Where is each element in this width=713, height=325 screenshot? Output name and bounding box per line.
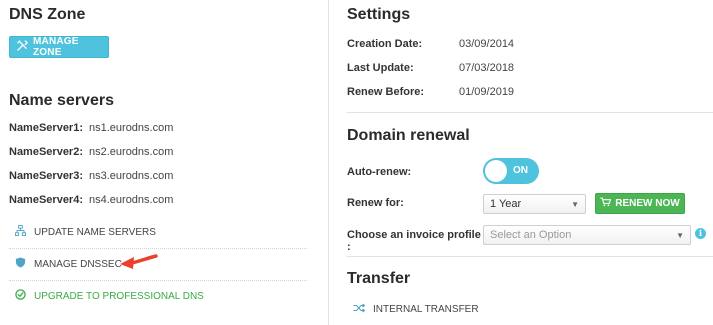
dns-zone-title: DNS Zone bbox=[9, 6, 86, 23]
nameserver-value: ns3.eurodns.com bbox=[89, 170, 174, 182]
toggle-knob bbox=[485, 160, 507, 182]
chevron-down-icon: ▼ bbox=[571, 200, 579, 209]
auto-renew-toggle[interactable]: ON bbox=[483, 158, 539, 184]
settings-row: Creation Date: 03/09/2014 bbox=[347, 38, 514, 50]
divider bbox=[9, 280, 307, 281]
creation-date-value: 03/09/2014 bbox=[459, 38, 515, 50]
info-icon[interactable]: i bbox=[695, 228, 706, 239]
nameserver-label: NameServer1: bbox=[9, 122, 83, 134]
renew-for-label: Renew for: bbox=[347, 197, 404, 209]
manage-zone-button[interactable]: MANAGE ZONE bbox=[9, 36, 109, 58]
divider bbox=[347, 112, 713, 113]
nameserver-label: NameServer3: bbox=[9, 170, 83, 182]
settings-title: Settings bbox=[347, 6, 411, 23]
invoice-profile-row: Choose an invoice profile : bbox=[347, 229, 487, 253]
manage-dnssec-link[interactable]: MANAGE DNSSEC bbox=[9, 252, 307, 276]
invoice-profile-placeholder: Select an Option bbox=[490, 229, 572, 241]
nameserver-value: ns2.eurodns.com bbox=[89, 146, 174, 158]
nameserver-value: ns4.eurodns.com bbox=[89, 194, 174, 206]
renew-before-label: Renew Before: bbox=[347, 86, 425, 98]
renew-now-button[interactable]: RENEW NOW bbox=[595, 193, 685, 214]
internal-transfer-label: INTERNAL TRANSFER bbox=[373, 304, 479, 315]
manage-dnssec-label: MANAGE DNSSEC bbox=[34, 258, 122, 270]
last-update-value: 07/03/2018 bbox=[459, 62, 515, 74]
settings-row: Renew Before: 01/09/2019 bbox=[347, 86, 514, 98]
nameserver-row: NameServer2: ns2.eurodns.com bbox=[9, 146, 173, 158]
divider bbox=[347, 256, 713, 257]
nameserver-row: NameServer3: ns3.eurodns.com bbox=[9, 170, 173, 182]
upgrade-icon bbox=[15, 289, 26, 303]
dns-panel: DNS Zone MANAGE ZONE Name servers NameSe… bbox=[0, 0, 328, 325]
invoice-profile-label: Choose an invoice profile : bbox=[347, 229, 481, 253]
creation-date-label: Creation Date: bbox=[347, 38, 423, 50]
divider bbox=[9, 248, 307, 249]
upgrade-professional-dns-link[interactable]: UPGRADE TO PROFESSIONAL DNS bbox=[9, 284, 307, 308]
nameserver-row: NameServer1: ns1.eurodns.com bbox=[9, 122, 173, 134]
renew-before-value: 01/09/2019 bbox=[459, 86, 515, 98]
renew-for-row: Renew for: bbox=[347, 197, 459, 209]
last-update-label: Last Update: bbox=[347, 62, 414, 74]
toggle-state: ON bbox=[513, 165, 528, 176]
cart-icon bbox=[600, 197, 612, 210]
internal-transfer-link[interactable]: INTERNAL TRANSFER bbox=[353, 303, 479, 316]
auto-renew-label: Auto-renew: bbox=[347, 166, 412, 178]
settings-row: Last Update: 07/03/2018 bbox=[347, 62, 514, 74]
shuffle-icon bbox=[353, 303, 366, 316]
nameserver-row: NameServer4: ns4.eurodns.com bbox=[9, 194, 173, 206]
manage-zone-label: MANAGE ZONE bbox=[33, 36, 79, 58]
shield-icon bbox=[15, 257, 26, 271]
update-name-servers-label: UPDATE NAME SERVERS bbox=[34, 226, 156, 238]
nameserver-value: ns1.eurodns.com bbox=[89, 122, 174, 134]
settings-panel: Settings Creation Date: 03/09/2014 Last … bbox=[329, 0, 713, 325]
auto-renew-row: Auto-renew: bbox=[347, 166, 459, 178]
name-servers-title: Name servers bbox=[9, 92, 114, 109]
renew-period-select[interactable]: 1 Year ▼ bbox=[483, 194, 586, 214]
sitemap-icon bbox=[15, 225, 26, 239]
nameserver-label: NameServer2: bbox=[9, 146, 83, 158]
transfer-title: Transfer bbox=[347, 270, 411, 287]
nameserver-label: NameServer4: bbox=[9, 194, 83, 206]
renew-now-label: RENEW NOW bbox=[615, 198, 680, 209]
domain-renewal-title: Domain renewal bbox=[347, 127, 470, 144]
invoice-profile-select[interactable]: Select an Option ▼ bbox=[483, 225, 691, 245]
update-name-servers-link[interactable]: UPDATE NAME SERVERS bbox=[9, 220, 307, 244]
upgrade-professional-dns-label: UPGRADE TO PROFESSIONAL DNS bbox=[34, 290, 204, 302]
renew-period-value: 1 Year bbox=[490, 198, 522, 210]
tools-icon bbox=[17, 40, 28, 54]
chevron-down-icon: ▼ bbox=[676, 231, 684, 240]
annotation-arrow-icon bbox=[120, 254, 158, 269]
